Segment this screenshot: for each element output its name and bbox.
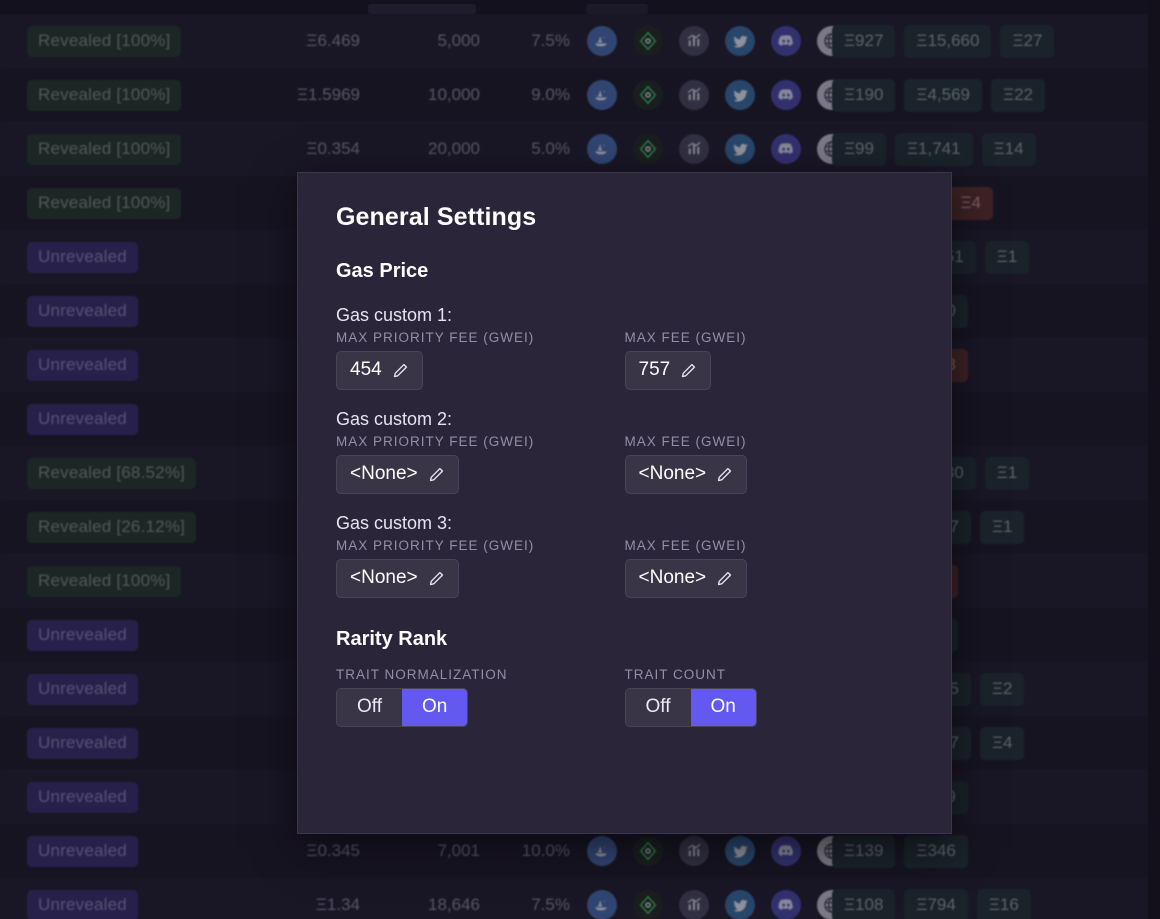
gas-custom-1-priority-value: 454 [350, 359, 382, 380]
gas-custom-3-priority-value: <None> [350, 567, 418, 588]
trait-normalization-group: TRAIT NORMALIZATION Off On [336, 667, 625, 727]
general-settings-dialog: General Settings Gas Price Gas custom 1:… [297, 172, 952, 834]
gas-custom-2-priority-field: MAX PRIORITY FEE (GWEI) <None> [336, 434, 625, 494]
trait-normalization-on-button[interactable]: On [402, 689, 468, 726]
gas-custom-3-priority-field: MAX PRIORITY FEE (GWEI) <None> [336, 538, 625, 598]
gas-custom-3-maxfee-field: MAX FEE (GWEI) <None> [624, 538, 914, 598]
gas-custom-3-maxfee-value: <None> [638, 567, 707, 588]
gas-custom-2-label: Gas custom 2: [336, 409, 453, 429]
gas-custom-1-priority-field: MAX PRIORITY FEE (GWEI) 454 [336, 330, 625, 390]
trait-count-on-button[interactable]: On [690, 689, 756, 726]
gas-custom-1-priority-caption: MAX PRIORITY FEE (GWEI) [336, 330, 535, 345]
trait-count-off-button[interactable]: Off [625, 689, 691, 726]
pencil-icon [429, 571, 443, 585]
gas-custom-2-maxfee-field: MAX FEE (GWEI) <None> [624, 434, 914, 494]
gas-custom-2-priority-caption: MAX PRIORITY FEE (GWEI) [336, 434, 535, 449]
pencil-icon [429, 467, 443, 481]
pencil-icon [393, 363, 407, 377]
gas-custom-1-maxfee-caption: MAX FEE (GWEI) [624, 330, 747, 345]
trait-normalization-toggle[interactable]: Off On [336, 688, 469, 727]
gas-custom-1-block: Gas custom 1: MAX PRIORITY FEE (GWEI) 45… [336, 305, 913, 390]
trait-normalization-off-button[interactable]: Off [337, 689, 402, 726]
gas-custom-2-block: Gas custom 2: MAX PRIORITY FEE (GWEI) <N… [336, 409, 913, 494]
gas-custom-1-maxfee-field: MAX FEE (GWEI) 757 [624, 330, 914, 390]
pencil-icon [682, 363, 696, 377]
rarity-rank-section: Rarity Rank TRAIT NORMALIZATION Off On T… [336, 628, 913, 727]
trait-count-toggle[interactable]: Off On [624, 688, 757, 727]
pencil-icon [718, 467, 732, 481]
gas-custom-1-priority-editbox[interactable]: 454 [336, 351, 423, 390]
gas-custom-1-label: Gas custom 1: [336, 305, 453, 325]
trait-normalization-caption: TRAIT NORMALIZATION [336, 667, 508, 682]
gas-custom-2-priority-value: <None> [350, 463, 418, 484]
trait-count-caption: TRAIT COUNT [624, 667, 726, 682]
gas-custom-3-priority-editbox[interactable]: <None> [336, 559, 459, 598]
app-root: Revealed [100%] Ξ6.469 5,000 7.5% Ξ927 Ξ15,66… [0, 0, 1160, 919]
gas-custom-3-label: Gas custom 3: [336, 513, 453, 533]
gas-custom-2-maxfee-value: <None> [638, 463, 707, 484]
gas-custom-1-maxfee-value: 757 [638, 359, 671, 380]
gas-custom-2-priority-editbox[interactable]: <None> [336, 455, 459, 494]
gas-custom-1-maxfee-editbox[interactable]: 757 [624, 351, 712, 390]
dialog-title: General Settings [336, 203, 537, 231]
pencil-icon [718, 571, 732, 585]
gas-custom-2-maxfee-editbox[interactable]: <None> [624, 455, 748, 494]
gas-custom-3-block: Gas custom 3: MAX PRIORITY FEE (GWEI) <N… [336, 513, 913, 598]
rarity-rank-heading: Rarity Rank [336, 628, 448, 650]
gas-custom-3-maxfee-editbox[interactable]: <None> [624, 559, 748, 598]
gas-custom-3-priority-caption: MAX PRIORITY FEE (GWEI) [336, 538, 535, 553]
gas-custom-2-maxfee-caption: MAX FEE (GWEI) [624, 434, 747, 449]
gas-price-section-heading: Gas Price [336, 260, 429, 282]
gas-custom-3-maxfee-caption: MAX FEE (GWEI) [624, 538, 747, 553]
trait-count-group: TRAIT COUNT Off On [624, 667, 914, 727]
